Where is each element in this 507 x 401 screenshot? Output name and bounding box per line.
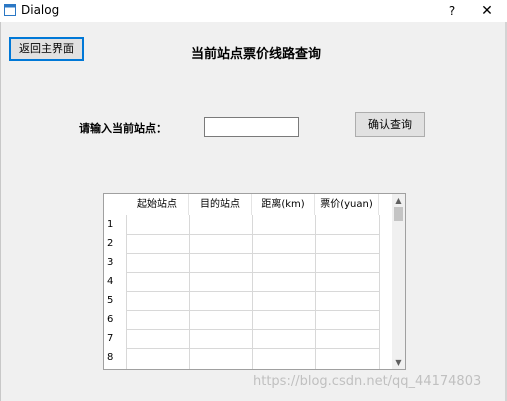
- scrollbar-thumb[interactable]: [394, 207, 403, 221]
- row-header[interactable]: 5: [104, 291, 126, 310]
- grid-line: [126, 329, 379, 330]
- table-corner: [104, 194, 126, 215]
- row-header[interactable]: 2: [104, 234, 126, 253]
- grid-line: [126, 272, 379, 273]
- grid-line: [126, 253, 379, 254]
- column-header-destination[interactable]: 目的站点: [189, 194, 252, 215]
- station-label: 请输入当前站点：: [79, 122, 167, 135]
- row-header[interactable]: 3: [104, 253, 126, 272]
- row-header[interactable]: 1: [104, 215, 126, 234]
- back-to-main-button[interactable]: 返回主界面: [9, 37, 84, 61]
- watermark-text: https://blog.csdn.net/qq_44174803: [253, 374, 482, 389]
- row-header[interactable]: 4: [104, 272, 126, 291]
- page-title: 当前站点票价线路查询: [191, 47, 322, 62]
- title-bar: Dialog ? ✕: [0, 0, 507, 22]
- help-button[interactable]: ?: [438, 0, 466, 22]
- grid-line: [126, 291, 379, 292]
- grid-line: [252, 215, 253, 369]
- window-left-border: [0, 22, 1, 401]
- row-header[interactable]: 7: [104, 329, 126, 348]
- column-header-fare[interactable]: 票价(yuan): [315, 194, 379, 215]
- scroll-up-arrow-icon[interactable]: ▲: [392, 194, 405, 207]
- row-header[interactable]: 8: [104, 348, 126, 367]
- grid-line: [126, 234, 379, 235]
- app-icon: [4, 4, 16, 16]
- grid-line: [126, 215, 127, 369]
- grid-line: [189, 215, 190, 369]
- grid-line: [126, 348, 379, 349]
- column-header-distance[interactable]: 距离(km): [252, 194, 315, 215]
- window-title: Dialog: [21, 3, 60, 17]
- column-header-start-station[interactable]: 起始站点: [126, 194, 189, 215]
- confirm-query-button[interactable]: 确认查询: [355, 112, 425, 137]
- grid-line: [379, 215, 380, 369]
- result-table[interactable]: 起始站点 目的站点 距离(km) 票价(yuan) 1 2 3 4 5 6 7 …: [103, 193, 406, 370]
- close-button[interactable]: ✕: [472, 0, 502, 22]
- grid-line: [315, 215, 316, 369]
- grid-line: [126, 310, 379, 311]
- station-input[interactable]: [204, 117, 299, 137]
- row-header[interactable]: 6: [104, 310, 126, 329]
- scroll-down-arrow-icon[interactable]: ▼: [392, 356, 405, 369]
- close-icon: ✕: [481, 3, 493, 19]
- vertical-scrollbar[interactable]: ▲ ▼: [392, 194, 405, 369]
